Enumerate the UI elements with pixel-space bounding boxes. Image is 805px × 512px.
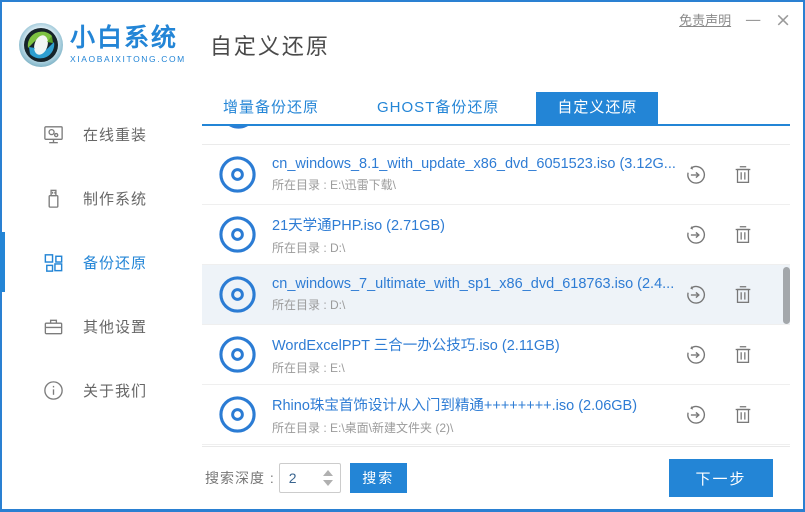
tab-bar: 增量备份还原 GHOST备份还原 自定义还原 [202, 92, 790, 126]
iso-file-path: 所在目录 : E:\桌面\新建文件夹 (2)\ [272, 420, 454, 435]
list-item[interactable]: cn_windows_8.1_with_update_x86_dvd_60515… [202, 145, 790, 205]
close-button[interactable]: × [775, 10, 791, 29]
sidebar-item-backup-restore[interactable]: 备份还原 [0, 230, 187, 294]
iso-file-name: Rhino珠宝首饰设计从入门到精通++++++++.iso (2.06GB) [272, 397, 638, 414]
main-area: 在线重装 制作系统 备份还原 其他设置 关于我们 增量备份还原 GHOST备份还… [0, 88, 803, 509]
page-title: 自定义还原 [209, 34, 330, 59]
disc-icon [218, 395, 257, 434]
list-item-text: Rhino珠宝首饰设计从入门到精通++++++++.iso (2.06GB) 所… [272, 394, 684, 436]
list-item-text: WordExcelPPT 三合一办公技巧.iso (2.11GB) 所在目录 :… [272, 334, 684, 376]
iso-file-path: 所在目录 : D:\ [272, 240, 346, 255]
trash-icon[interactable] [732, 344, 754, 366]
list-item[interactable]: Rhino珠宝首饰设计从入门到精通++++++++.iso (2.06GB) 所… [202, 385, 790, 445]
list-item-text: 21天学通PHP.iso (2.71GB) 所在目录 : D:\ [272, 214, 684, 256]
iso-file-path: 所在目录 : E:\迅雷下载\ [272, 178, 397, 192]
list-item-text: cn_windows_8.1_with_update_x86_dvd_60515… [272, 156, 684, 193]
disc-icon [219, 126, 258, 135]
next-step-button[interactable]: 下一步 [669, 459, 773, 497]
row-actions [684, 164, 754, 186]
scrollbar-thumb[interactable] [783, 267, 790, 324]
toolbox-icon [42, 315, 65, 338]
logo-text: 小白系统 XIAOBAIXITONG.COM [70, 24, 186, 65]
iso-file-name: WordExcelPPT 三合一办公技巧.iso (2.11GB) [272, 337, 560, 354]
sidebar: 在线重装 制作系统 备份还原 其他设置 关于我们 [0, 88, 187, 509]
app-logo: 小白系统 XIAOBAIXITONG.COM [18, 22, 186, 68]
sidebar-item-about-us[interactable]: 关于我们 [2, 358, 187, 422]
sidebar-item-make-system[interactable]: 制作系统 [2, 166, 187, 230]
disclaimer-link[interactable]: 免责声明 [679, 10, 731, 29]
list-item-text: cn_windows_7_ultimate_with_sp1_x86_dvd_6… [272, 276, 684, 313]
stepper-up-icon[interactable] [322, 470, 333, 476]
sidebar-item-label: 关于我们 [83, 382, 148, 400]
info-icon [42, 379, 65, 402]
iso-file-name: cn_windows_8.1_with_update_x86_dvd_60515… [272, 156, 676, 172]
iso-file-list: cn_windows_8.1_with_update_x86_dvd_60515… [202, 126, 790, 446]
stepper-arrows [320, 470, 340, 486]
trash-icon[interactable] [732, 404, 754, 426]
stepper-down-icon[interactable] [322, 480, 333, 486]
iso-file-path: 所在目录 : D:\ [272, 298, 346, 312]
tab-ghost-backup-restore[interactable]: GHOST备份还原 [356, 92, 520, 124]
row-actions [684, 344, 754, 366]
disc-icon [218, 335, 257, 374]
restore-icon[interactable] [684, 284, 706, 306]
content-area: 增量备份还原 GHOST备份还原 自定义还原 cn_windows_8.1_wi… [187, 88, 803, 509]
search-depth-value[interactable]: 2 [280, 470, 320, 486]
monitor-icon [42, 123, 65, 146]
tab-custom-restore[interactable]: 自定义还原 [536, 92, 659, 124]
search-depth-stepper[interactable]: 2 [278, 463, 341, 493]
iso-file-name: 21天学通PHP.iso (2.71GB) [272, 217, 445, 234]
sidebar-item-online-reinstall[interactable]: 在线重装 [2, 102, 187, 166]
list-item[interactable]: 21天学通PHP.iso (2.71GB) 所在目录 : D:\ [202, 205, 790, 265]
logo-domain: XIAOBAIXITONG.COM [70, 54, 186, 64]
sidebar-item-label: 其他设置 [83, 318, 148, 336]
iso-file-path: 所在目录 : E:\ [272, 360, 345, 375]
sidebar-item-label: 备份还原 [83, 254, 148, 272]
search-depth-label: 搜索深度 : [205, 470, 275, 486]
row-actions [684, 404, 754, 426]
usb-drive-icon [42, 187, 65, 210]
blocks-icon [42, 251, 65, 274]
disc-icon [218, 155, 257, 194]
restore-icon[interactable] [684, 344, 706, 366]
restore-icon[interactable] [684, 224, 706, 246]
trash-icon[interactable] [732, 224, 754, 246]
disc-icon [218, 275, 257, 314]
sidebar-item-label: 制作系统 [83, 190, 148, 208]
sphere-swirl-logo-icon [18, 22, 64, 68]
list-item-partial [202, 126, 790, 145]
app-window: 小白系统 XIAOBAIXITONG.COM 自定义还原 免责声明 — × 在线… [0, 0, 805, 512]
logo-name: 小白系统 [70, 24, 179, 52]
restore-icon[interactable] [684, 164, 706, 186]
minimize-button[interactable]: — [745, 11, 761, 28]
list-item-selected[interactable]: cn_windows_7_ultimate_with_sp1_x86_dvd_6… [202, 265, 790, 325]
row-actions [684, 284, 754, 306]
sidebar-item-label: 在线重装 [83, 126, 148, 144]
trash-icon[interactable] [732, 284, 754, 306]
footer-bar: 搜索深度 : 2 搜索 下一步 [202, 446, 790, 509]
list-item[interactable]: WordExcelPPT 三合一办公技巧.iso (2.11GB) 所在目录 :… [202, 325, 790, 385]
header: 小白系统 XIAOBAIXITONG.COM 自定义还原 免责声明 — × [2, 2, 803, 88]
search-button[interactable]: 搜索 [349, 463, 407, 493]
trash-icon[interactable] [732, 164, 754, 186]
row-actions [684, 224, 754, 246]
tab-incremental-backup-restore[interactable]: 增量备份还原 [202, 92, 340, 124]
iso-file-name: cn_windows_7_ultimate_with_sp1_x86_dvd_6… [272, 276, 675, 292]
sidebar-item-other-settings[interactable]: 其他设置 [2, 294, 187, 358]
window-controls: 免责声明 — × [679, 10, 791, 29]
disc-icon [218, 215, 257, 254]
restore-icon[interactable] [684, 404, 706, 426]
